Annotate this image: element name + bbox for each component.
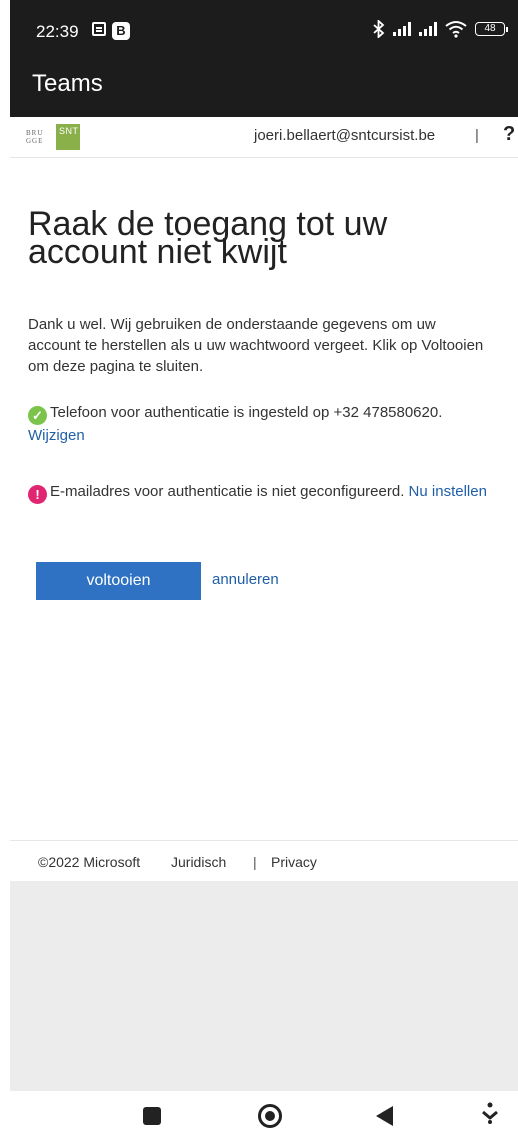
phone-status: ✓ Telefoon voor authenticatie is ingestel… [28,402,498,446]
copyright-text: ©2022 Microsoft [38,854,141,870]
navigation-bar [0,1091,518,1133]
user-email[interactable]: joeri.bellaert@sntcursist.be [254,127,435,144]
footer-separator: | [253,854,257,870]
warning-icon: ! [28,485,47,504]
status-time: 22:39 [36,22,79,41]
recent-apps-icon[interactable] [143,1107,161,1125]
notification-icon [92,22,106,36]
intro-text: Dank u wel. Wij gebruiken de onderstaand… [28,316,484,375]
legal-link[interactable]: Juridisch [171,854,226,870]
help-button[interactable]: ? [503,123,515,146]
checkmark-icon: ✓ [28,406,47,425]
finish-button[interactable]: voltooien [36,562,201,600]
app-bar: Teams [10,60,518,117]
b-app-icon: B [112,22,130,40]
logo-bruges-text: BRU GGE [26,129,44,145]
page-header: BRU GGE SNT joeri.bellaert@sntcursist.be… [10,117,518,158]
wifi-icon [445,21,467,38]
header-separator: | [475,127,479,144]
phone-status-text: Telefoon voor authenticatie is ingesteld… [50,404,443,421]
signal-icon [419,22,437,36]
battery-level: 48 [475,22,505,36]
app-title: Teams [32,70,103,97]
battery-icon: 48 [475,22,508,36]
page-title: Raak de toegang tot uw account niet kwij… [28,205,388,271]
privacy-link[interactable]: Privacy [271,854,317,870]
email-status: ! E-mailadres voor authenticatie is niet … [28,481,498,504]
footer: ©2022 Microsoft Juridisch | Privacy [10,840,518,881]
status-left-icons: B [92,22,130,40]
status-bar: 22:39 B 48 [10,0,518,60]
email-status-text: E-mailadres voor authenticatie is niet g… [50,483,405,500]
organization-logo: BRU GGE SNT [26,124,80,150]
logo-snt-badge: SNT [56,124,80,150]
status-right-icons: 48 [373,20,508,38]
change-phone-link[interactable]: Wijzigen [28,427,85,444]
accessibility-icon[interactable] [480,1102,500,1124]
signal-icon [393,22,411,36]
cancel-link[interactable]: annuleren [212,571,279,588]
setup-email-link[interactable]: Nu instellen [409,483,487,500]
back-icon[interactable] [376,1106,393,1126]
home-icon[interactable] [258,1104,282,1128]
empty-area [10,881,518,1091]
bluetooth-icon [373,20,385,38]
